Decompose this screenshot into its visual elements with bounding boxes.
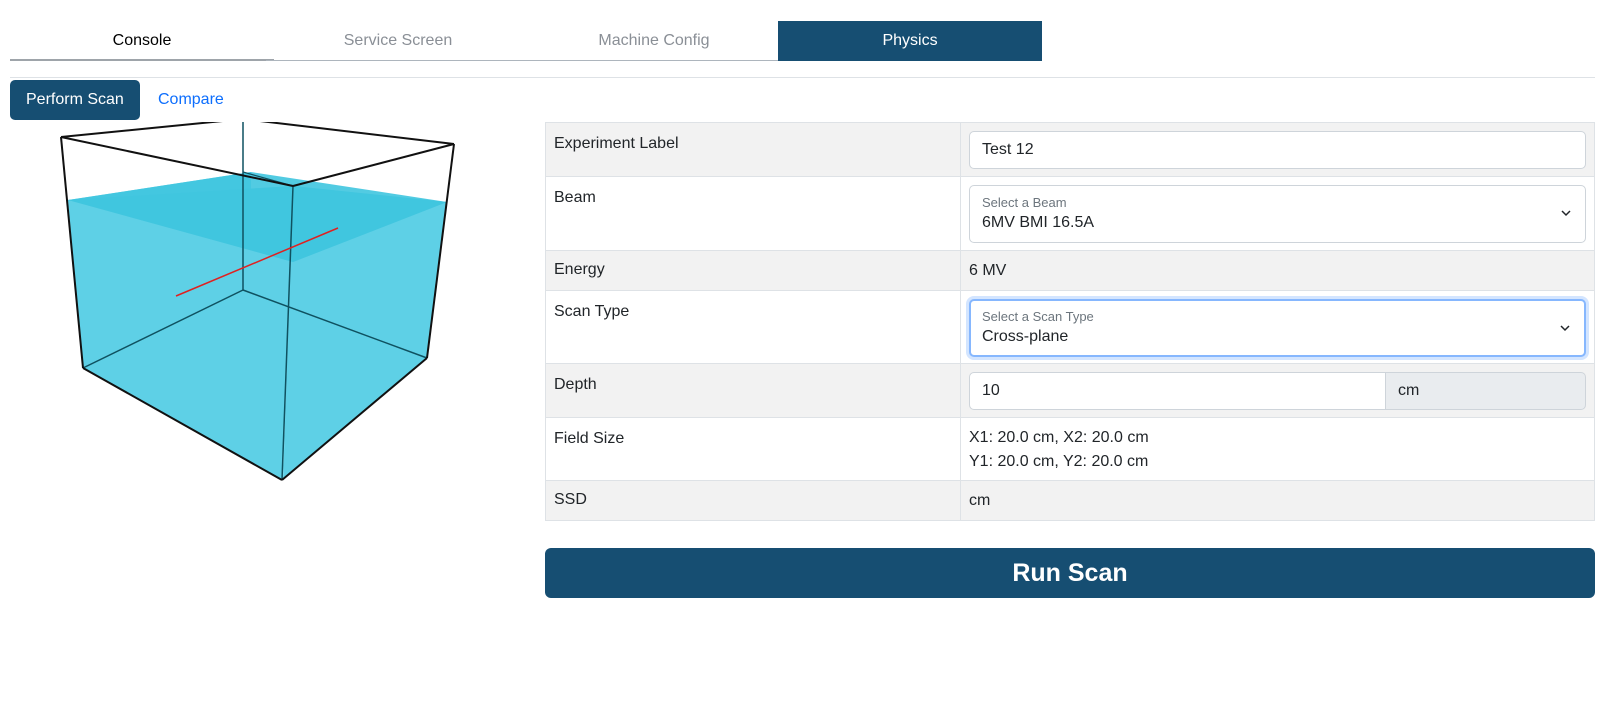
scan-type-label: Scan Type (545, 291, 961, 363)
field-size-label: Field Size (545, 418, 961, 480)
energy-value: 6 MV (961, 251, 1595, 290)
scan-type-select-placeholder: Select a Scan Type (982, 309, 1094, 324)
tab-perform-scan[interactable]: Perform Scan (10, 80, 140, 120)
depth-input[interactable]: 10 (969, 372, 1386, 410)
water-tank-3d-view[interactable] (10, 118, 520, 502)
beam-select[interactable]: Select a Beam 6MV BMI 16.5A (969, 185, 1586, 243)
beam-label: Beam (545, 177, 961, 250)
beam-select-value: 6MV BMI 16.5A (982, 214, 1095, 231)
scan-type-select[interactable]: Select a Scan Type Cross-plane (969, 299, 1586, 357)
row-energy: Energy 6 MV (545, 251, 1595, 291)
tank-edge-top-front-right (292, 143, 455, 187)
tank-edge-top-front-left (60, 136, 294, 187)
row-beam: Beam Select a Beam 6MV BMI 16.5A (545, 177, 1595, 251)
chevron-down-icon (1560, 325, 1570, 332)
run-scan-button[interactable]: Run Scan (545, 548, 1595, 598)
energy-label: Energy (545, 251, 961, 290)
tab-service-screen[interactable]: Service Screen (266, 21, 530, 61)
water-tank-canvas[interactable] (10, 118, 520, 502)
experiment-label-input[interactable]: Test 12 (969, 131, 1586, 169)
row-field-size: Field Size X1: 20.0 cm, X2: 20.0 cm Y1: … (545, 418, 1595, 481)
row-experiment-label: Experiment Label Test 12 (545, 123, 1595, 177)
field-size-x: X1: 20.0 cm, X2: 20.0 cm (969, 429, 1149, 446)
scan-settings-table: Experiment Label Test 12 Beam Select a B… (545, 122, 1595, 521)
row-depth: Depth 10 cm (545, 364, 1595, 418)
tab-console[interactable]: Console (10, 21, 274, 61)
row-scan-type: Scan Type Select a Scan Type Cross-plane (545, 291, 1595, 364)
main-tabs: Console Service Screen Machine Config Ph… (10, 21, 1595, 78)
field-size-y: Y1: 20.0 cm, Y2: 20.0 cm (969, 453, 1149, 470)
ssd-label: SSD (545, 481, 961, 520)
tab-machine-config[interactable]: Machine Config (522, 21, 786, 61)
depth-input-group: 10 cm (969, 372, 1586, 410)
scan-type-select-value: Cross-plane (982, 328, 1069, 345)
chevron-down-icon (1561, 210, 1571, 217)
tank-edge-top-right (242, 118, 455, 145)
ssd-value: cm (961, 481, 1595, 520)
row-ssd: SSD cm (545, 481, 1595, 521)
beam-select-placeholder: Select a Beam (982, 195, 1067, 210)
tank-edge-top-left (60, 118, 244, 138)
tab-physics[interactable]: Physics (778, 21, 1042, 61)
tab-compare[interactable]: Compare (142, 80, 240, 120)
experiment-label-label: Experiment Label (545, 123, 961, 176)
depth-label: Depth (545, 364, 961, 417)
depth-unit: cm (1386, 372, 1586, 410)
